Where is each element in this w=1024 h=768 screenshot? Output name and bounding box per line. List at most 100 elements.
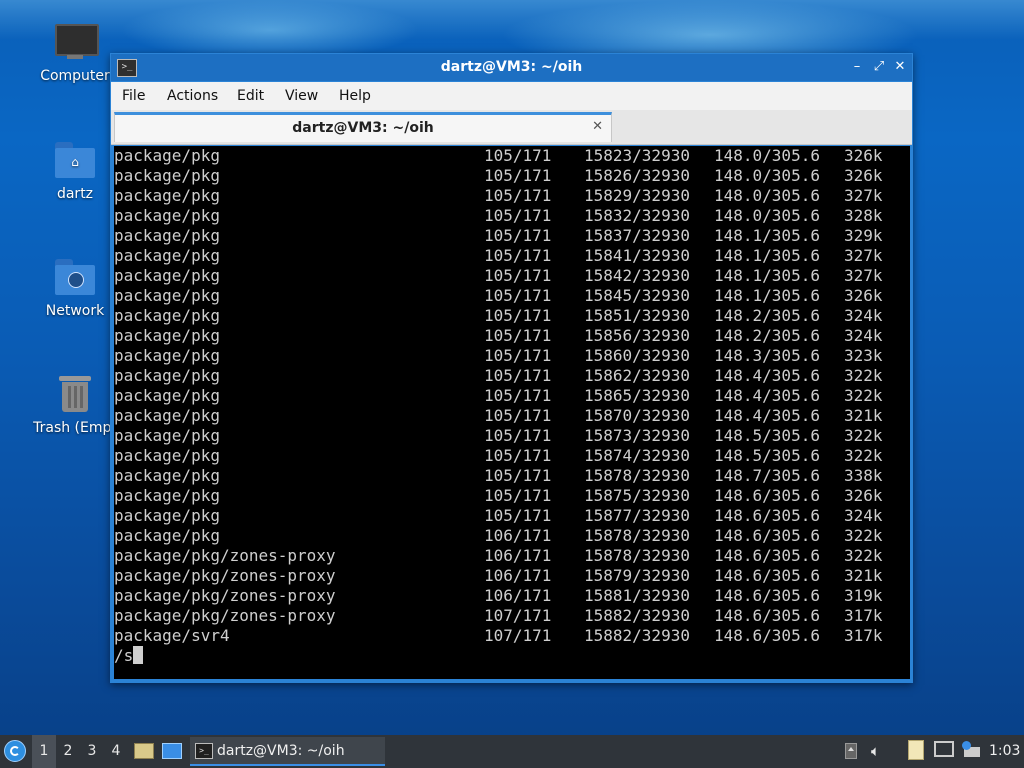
terminal-cell-path: package/pkg/zones-proxy bbox=[114, 606, 336, 625]
terminal-cell-rate: 322k bbox=[844, 526, 883, 545]
menu-view[interactable]: View bbox=[285, 88, 318, 104]
terminal-cell-path: package/pkg bbox=[114, 506, 220, 525]
terminal-cell-rate: 324k bbox=[844, 326, 883, 345]
terminal-icon: >_ bbox=[195, 743, 213, 759]
tab-close-icon[interactable]: ✕ bbox=[592, 119, 603, 134]
terminal-cell-package-count: 106/171 bbox=[484, 546, 552, 565]
terminal-cell-file-count: 15877/32930 bbox=[584, 506, 690, 525]
terminal-cell-package-count: 105/171 bbox=[484, 186, 552, 205]
terminal-prompt-line: /s bbox=[114, 646, 144, 666]
terminal-cell-path: package/pkg bbox=[114, 146, 220, 165]
terminal-cell-package-count: 105/171 bbox=[484, 286, 552, 305]
terminal-cell-path: package/pkg bbox=[114, 366, 220, 385]
terminal-cell-file-count: 15865/32930 bbox=[584, 386, 690, 405]
terminal-cell-file-count: 15881/32930 bbox=[584, 586, 690, 605]
terminal-cell-file-count: 15874/32930 bbox=[584, 446, 690, 465]
terminal-cell-file-count: 15873/32930 bbox=[584, 426, 690, 445]
terminal-cell-package-count: 105/171 bbox=[484, 486, 552, 505]
close-button[interactable]: ✕ bbox=[891, 58, 909, 76]
terminal-cell-file-count: 15870/32930 bbox=[584, 406, 690, 425]
terminal-cell-file-count: 15837/32930 bbox=[584, 226, 690, 245]
menu-edit[interactable]: Edit bbox=[237, 88, 264, 104]
terminal-cell-path: package/pkg bbox=[114, 246, 220, 265]
terminal-cell-path: package/pkg bbox=[114, 186, 220, 205]
terminal-cell-rate: 324k bbox=[844, 306, 883, 325]
desktop-icon bbox=[162, 743, 182, 759]
terminal-cell-rate: 338k bbox=[844, 466, 883, 485]
terminal-cell-package-count: 105/171 bbox=[484, 206, 552, 225]
terminal-cell-path: package/pkg/zones-proxy bbox=[114, 566, 336, 585]
terminal-cell-file-count: 15856/32930 bbox=[584, 326, 690, 345]
tab-terminal[interactable]: dartz@VM3: ~/oih ✕ bbox=[114, 112, 612, 142]
computer-icon bbox=[53, 22, 99, 62]
network-icon[interactable] bbox=[934, 741, 954, 757]
terminal-cell-rate: 322k bbox=[844, 446, 883, 465]
menu-file[interactable]: File bbox=[122, 88, 145, 104]
taskbar: 1 2 3 4 >_ dartz@VM3: ~/oih 🔈︎ 1:03 bbox=[0, 735, 1024, 768]
terminal-cell-path: package/pkg bbox=[114, 486, 220, 505]
terminal-cell-rate: 328k bbox=[844, 206, 883, 225]
terminal-cell-size-mb: 148.1/305.6 bbox=[714, 266, 820, 285]
update-notifier-icon[interactable] bbox=[962, 741, 980, 759]
terminal-cell-package-count: 106/171 bbox=[484, 526, 552, 545]
terminal-cell-package-count: 106/171 bbox=[484, 566, 552, 585]
terminal-cell-size-mb: 148.1/305.6 bbox=[714, 246, 820, 265]
terminal-cell-rate: 327k bbox=[844, 186, 883, 205]
terminal-window: >_ dartz@VM3: ~/oih – ⤢ ✕ File Actions E… bbox=[110, 53, 913, 683]
terminal-cell-file-count: 15829/32930 bbox=[584, 186, 690, 205]
terminal-output[interactable]: package/pkg 105/171 15823/32930 148.0/305.6… bbox=[114, 146, 910, 679]
eject-icon[interactable] bbox=[845, 743, 857, 759]
workspace-1[interactable]: 1 bbox=[32, 735, 56, 768]
minimize-button[interactable]: – bbox=[848, 58, 866, 76]
workspace-3[interactable]: 3 bbox=[80, 735, 104, 768]
terminal-cell-path: package/pkg bbox=[114, 326, 220, 345]
terminal-cell-package-count: 105/171 bbox=[484, 466, 552, 485]
terminal-cell-package-count: 105/171 bbox=[484, 506, 552, 525]
terminal-cell-package-count: 105/171 bbox=[484, 346, 552, 365]
terminal-cell-size-mb: 148.1/305.6 bbox=[714, 226, 820, 245]
terminal-cell-path: package/pkg/zones-proxy bbox=[114, 546, 336, 565]
terminal-cell-rate: 324k bbox=[844, 506, 883, 525]
clipboard-icon[interactable] bbox=[908, 740, 924, 760]
terminal-cell-package-count: 105/171 bbox=[484, 246, 552, 265]
terminal-cell-rate: 317k bbox=[844, 606, 883, 625]
terminal-cell-file-count: 15823/32930 bbox=[584, 146, 690, 165]
menu-help[interactable]: Help bbox=[339, 88, 371, 104]
terminal-cell-file-count: 15879/32930 bbox=[584, 566, 690, 585]
terminal-cell-package-count: 105/171 bbox=[484, 446, 552, 465]
start-menu-icon bbox=[4, 740, 26, 762]
terminal-cell-path: package/svr4 bbox=[114, 626, 230, 645]
terminal-cell-file-count: 15882/32930 bbox=[584, 626, 690, 645]
terminal-cell-size-mb: 148.1/305.6 bbox=[714, 286, 820, 305]
tab-label: dartz@VM3: ~/oih bbox=[292, 120, 434, 136]
file-manager-launcher[interactable] bbox=[134, 743, 154, 761]
terminal-cell-file-count: 15878/32930 bbox=[584, 526, 690, 545]
window-titlebar[interactable]: >_ dartz@VM3: ~/oih – ⤢ ✕ bbox=[111, 54, 912, 81]
menu-actions[interactable]: Actions bbox=[167, 88, 218, 104]
file-manager-icon bbox=[134, 743, 154, 759]
workspace-2[interactable]: 2 bbox=[56, 735, 80, 768]
terminal-cell-path: package/pkg bbox=[114, 226, 220, 245]
terminal-cell-size-mb: 148.0/305.6 bbox=[714, 206, 820, 225]
terminal-cell-rate: 321k bbox=[844, 566, 883, 585]
terminal-cell-package-count: 105/171 bbox=[484, 326, 552, 345]
terminal-cell-package-count: 105/171 bbox=[484, 386, 552, 405]
terminal-cell-path: package/pkg bbox=[114, 466, 220, 485]
start-menu-button[interactable] bbox=[4, 740, 28, 764]
workspace-4[interactable]: 4 bbox=[104, 735, 128, 768]
trash-icon bbox=[53, 374, 97, 414]
show-desktop-button[interactable] bbox=[162, 743, 182, 761]
terminal-cell-path: package/pkg bbox=[114, 306, 220, 325]
terminal-cell-rate: 326k bbox=[844, 486, 883, 505]
terminal-cell-path: package/pkg bbox=[114, 166, 220, 185]
maximize-button[interactable]: ⤢ bbox=[870, 58, 888, 76]
volume-icon[interactable]: 🔈︎ bbox=[871, 742, 880, 760]
terminal-cell-rate: 326k bbox=[844, 286, 883, 305]
taskbar-item-terminal[interactable]: >_ dartz@VM3: ~/oih bbox=[190, 737, 385, 766]
terminal-cell-path: package/pkg bbox=[114, 386, 220, 405]
terminal-cell-file-count: 15826/32930 bbox=[584, 166, 690, 185]
terminal-cell-path: package/pkg bbox=[114, 206, 220, 225]
terminal-cell-rate: 326k bbox=[844, 166, 883, 185]
terminal-cell-rate: 327k bbox=[844, 246, 883, 265]
terminal-cell-file-count: 15841/32930 bbox=[584, 246, 690, 265]
